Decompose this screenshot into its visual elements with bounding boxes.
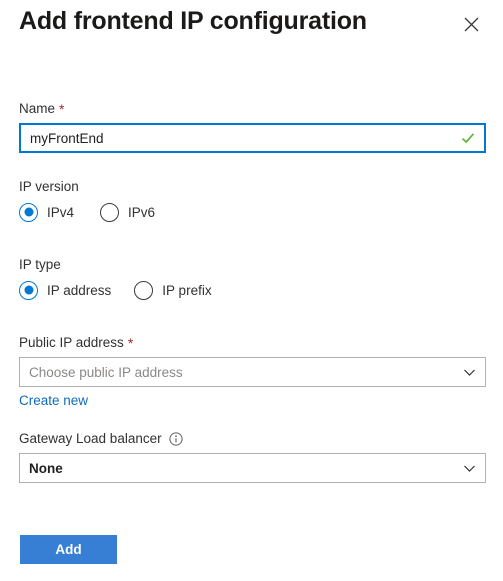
page-title: Add frontend IP configuration bbox=[19, 7, 367, 35]
radio-ip-prefix-label: IP prefix bbox=[162, 282, 212, 298]
radio-ipv6-mark bbox=[100, 202, 120, 222]
public-ip-address-label-text: Public IP address bbox=[19, 335, 124, 350]
radio-ip-address-label: IP address bbox=[47, 282, 112, 298]
radio-ipv4[interactable]: IPv4 bbox=[19, 202, 75, 222]
name-input[interactable] bbox=[21, 125, 484, 151]
field-ip-version: IP version IPv4 IPv6 bbox=[19, 178, 155, 223]
field-ip-type: IP type IP address IP prefix bbox=[19, 256, 212, 301]
ip-version-radio-group: IPv4 IPv6 bbox=[19, 201, 155, 223]
radio-ipv6-label: IPv6 bbox=[128, 204, 156, 220]
close-button[interactable] bbox=[455, 8, 487, 40]
public-ip-required-marker: * bbox=[127, 335, 134, 351]
radio-ip-address[interactable]: IP address bbox=[19, 280, 112, 300]
name-required-marker: * bbox=[59, 101, 65, 117]
public-ip-address-label: Public IP address * bbox=[19, 334, 486, 352]
gateway-load-balancer-select-value: None bbox=[29, 460, 63, 476]
field-name: Name * bbox=[19, 100, 486, 153]
ip-version-label-text: IP version bbox=[19, 179, 79, 194]
radio-ip-prefix[interactable]: IP prefix bbox=[134, 280, 212, 300]
name-label: Name * bbox=[19, 100, 486, 118]
ip-type-label-text: IP type bbox=[19, 257, 61, 272]
public-ip-address-select-value: Choose public IP address bbox=[29, 364, 183, 380]
gateway-load-balancer-select[interactable]: None bbox=[19, 453, 486, 483]
name-input-wrapper[interactable] bbox=[19, 123, 486, 153]
radio-ip-prefix-mark bbox=[134, 280, 154, 300]
field-gateway-load-balancer: Gateway Load balancer None bbox=[19, 430, 486, 483]
public-ip-address-select[interactable]: Choose public IP address bbox=[19, 357, 486, 387]
chevron-down-icon bbox=[462, 365, 476, 379]
close-icon bbox=[464, 17, 479, 32]
ip-version-label: IP version bbox=[19, 178, 155, 196]
field-public-ip-address: Public IP address * Choose public IP add… bbox=[19, 334, 486, 410]
radio-ipv4-mark bbox=[19, 202, 38, 222]
create-new-link[interactable]: Create new bbox=[19, 393, 88, 408]
ip-type-label: IP type bbox=[19, 256, 212, 274]
radio-ip-address-mark bbox=[19, 280, 38, 300]
gateway-load-balancer-label-text: Gateway Load balancer bbox=[19, 431, 162, 446]
radio-ipv6[interactable]: IPv6 bbox=[100, 202, 156, 222]
radio-ipv4-label: IPv4 bbox=[47, 204, 75, 220]
name-label-text: Name bbox=[19, 101, 56, 116]
info-icon[interactable] bbox=[168, 432, 183, 446]
gateway-load-balancer-label: Gateway Load balancer bbox=[19, 430, 486, 448]
panel-header: Add frontend IP configuration bbox=[0, 0, 503, 62]
ip-type-radio-group: IP address IP prefix bbox=[19, 279, 212, 301]
add-button[interactable]: Add bbox=[20, 535, 117, 564]
chevron-down-icon bbox=[462, 461, 476, 475]
